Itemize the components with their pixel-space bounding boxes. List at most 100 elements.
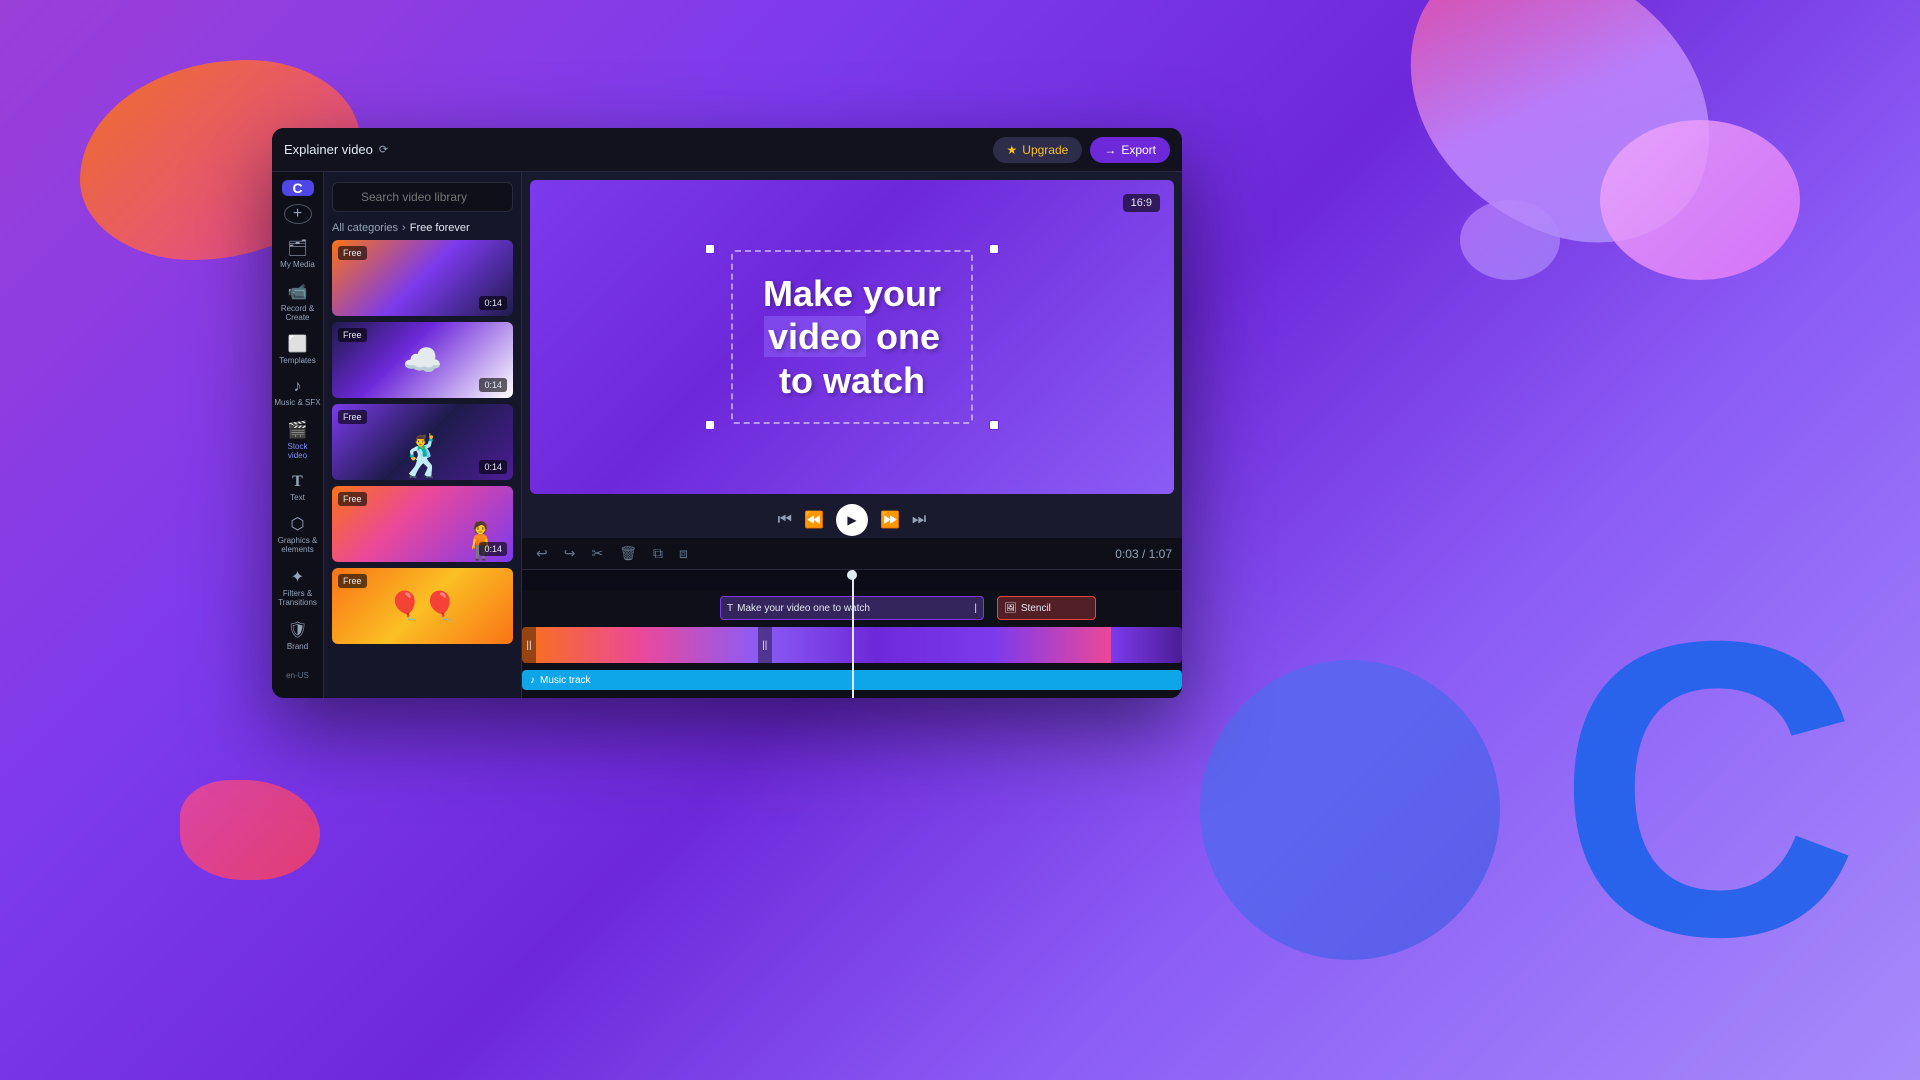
video-segment-1: || (522, 627, 758, 663)
preview-line3: to watch (763, 359, 941, 402)
graphics-elements-label: Graphics &elements (278, 537, 318, 555)
undo-button[interactable]: ↩ (532, 541, 552, 566)
stencil-label: Stencil (1021, 603, 1051, 614)
skip-to-end-button[interactable]: ⏭ (912, 511, 926, 529)
cloud-decoration: ☁️ (403, 341, 443, 379)
scrubber-line (852, 570, 854, 590)
duration-badge-2: 0:14 (479, 378, 507, 392)
upgrade-button[interactable]: ★ Upgrade (993, 137, 1083, 163)
text-track-row: T Make your video one to watch | 🖼 Stenc… (522, 594, 1182, 622)
refresh-icon: ⟳ (379, 143, 388, 156)
sidebar-item-graphics-elements[interactable]: ⬡ Graphics &elements (272, 508, 323, 561)
bg-decoration-coral (180, 780, 320, 880)
text-clip-label: Make your video one to watch (737, 603, 870, 614)
bg-decoration-pink-purple (1365, 0, 1755, 277)
video-track-row: || || (522, 625, 1182, 665)
bg-decoration-pink (1600, 120, 1800, 280)
resize-handle-mid2[interactable]: || (758, 627, 772, 663)
upgrade-label: Upgrade (1022, 143, 1068, 157)
scissors-button[interactable]: ✂ (587, 541, 607, 566)
logo-letter: C (292, 180, 302, 196)
filters-transitions-label: Filters &Transitions (278, 590, 317, 608)
text-icon: T (292, 473, 303, 491)
stencil-clip-icon: 🖼 (1004, 603, 1017, 614)
text-clip-icon: T (727, 603, 733, 614)
redo-button[interactable]: ↪ (560, 541, 580, 566)
music-track-clip[interactable]: ♪ Music track (522, 670, 1182, 690)
search-wrap: 🔍 (332, 182, 513, 212)
video-thumbnail-5[interactable]: 🎈🎈 Free (332, 568, 513, 644)
sidebar-item-templates[interactable]: ⬜ Templates (272, 328, 323, 372)
step-back-button[interactable]: ⏪ (804, 510, 824, 530)
copy-button[interactable]: ⧉ (649, 541, 667, 566)
timeline-tracks: T Make your video one to watch | 🖼 Stenc… (522, 590, 1182, 698)
video-thumbnail-4[interactable]: 🧍 Free 0:14 (332, 486, 513, 562)
star-icon: ★ (1007, 143, 1018, 157)
graphics-elements-icon: ⬡ (291, 514, 305, 534)
duration-badge-3: 0:14 (479, 460, 507, 474)
search-input[interactable] (332, 182, 513, 212)
templates-label: Templates (279, 357, 315, 366)
overlay-button[interactable]: ⧈ (675, 541, 692, 566)
person-decoration: 🕺 (398, 433, 448, 480)
free-badge-2: Free (338, 328, 367, 342)
export-button[interactable]: → Export (1090, 137, 1170, 163)
music-track-label: Music track (540, 675, 591, 686)
sidebar-item-my-media[interactable]: 🗂 My Media (272, 232, 323, 276)
timeline-toolbar: ↩ ↪ ✂ 🗑 ⧉ ⧈ 0:03 / 1:07 (522, 538, 1182, 570)
locale-label: en-US (286, 657, 309, 691)
add-button[interactable]: + (284, 204, 312, 224)
video-thumbnail-2[interactable]: ☁️ Free 0:14 (332, 322, 513, 398)
app-logo: C (282, 180, 314, 196)
video-track-fill[interactable]: || || (522, 627, 1182, 663)
preview-line2-rest: one (866, 316, 940, 357)
aspect-ratio-badge: 16:9 (1123, 194, 1160, 212)
add-icon: + (293, 205, 302, 223)
sidebar-item-brand[interactable]: 🛡 Brand (272, 614, 323, 658)
music-sfx-label: Music & SFX (274, 399, 320, 408)
playback-controls: ⏮ ⏪ ▶ ⏩ ⏭ (522, 502, 1182, 538)
resize-handle-mid1[interactable]: || (522, 627, 536, 663)
music-sfx-icon: ♪ (294, 378, 302, 396)
breadcrumb: All categories › Free forever (324, 222, 521, 240)
preview-highlight: video (764, 316, 866, 357)
locale-text: en-US (286, 671, 309, 680)
breadcrumb-all-categories[interactable]: All categories (332, 222, 398, 234)
search-bar: 🔍 (324, 172, 521, 222)
sidebar-item-record-create[interactable]: 📹 Record &Create (272, 276, 323, 329)
brand-icon: 🛡 (287, 620, 307, 640)
step-forward-button[interactable]: ⏩ (880, 510, 900, 530)
sidebar-item-filters-transitions[interactable]: ✦ Filters &Transitions (272, 561, 323, 614)
duration-badge-1: 0:14 (479, 296, 507, 310)
top-bar-left: Explainer video ⟳ (284, 142, 388, 157)
sidebar-item-stock-video[interactable]: 🎬 Stockvideo (272, 414, 323, 467)
templates-icon: ⬜ (288, 334, 308, 354)
sidebar-item-text[interactable]: T Text (272, 467, 323, 509)
skip-to-start-button[interactable]: ⏮ (778, 511, 792, 529)
preview-canvas: Make your video one to watch (530, 180, 1174, 494)
stencil-clip[interactable]: 🖼 Stencil (997, 596, 1096, 620)
preview-line2: video one (763, 315, 941, 358)
record-create-label: Record &Create (281, 305, 314, 323)
text-clip-handle-right[interactable]: | (974, 603, 977, 614)
delete-button[interactable]: 🗑 (615, 541, 641, 566)
free-badge-3: Free (338, 410, 367, 424)
text-track-clip[interactable]: T Make your video one to watch | (720, 596, 984, 620)
bg-decoration-purple-small (1460, 200, 1560, 280)
video-thumbnail-3[interactable]: 🕺 Free 0:14 (332, 404, 513, 480)
project-name-text: Explainer video (284, 142, 373, 157)
video-segment-2: || (758, 627, 1112, 663)
video-segment-3 (1111, 627, 1182, 663)
video-thumbnail-1[interactable]: Free 0:14 (332, 240, 513, 316)
preview-text-box[interactable]: Make your video one to watch (731, 250, 973, 424)
breadcrumb-current: Free forever (410, 222, 470, 234)
app-window: Explainer video ⟳ ★ Upgrade → Export C + (272, 128, 1182, 698)
top-bar-right: ★ Upgrade → Export (993, 137, 1170, 163)
filters-transitions-icon: ✦ (291, 567, 304, 587)
sidebar-item-music-sfx[interactable]: ♪ Music & SFX (272, 372, 323, 414)
play-button[interactable]: ▶ (836, 504, 868, 536)
main-content: C + 🗂 My Media 📹 Record &Create ⬜ Templa… (272, 172, 1182, 698)
timeline-scrubber[interactable] (522, 570, 1182, 590)
text-label: Text (290, 494, 305, 503)
timeline-time: 0:03 / 1:07 (1115, 547, 1172, 561)
